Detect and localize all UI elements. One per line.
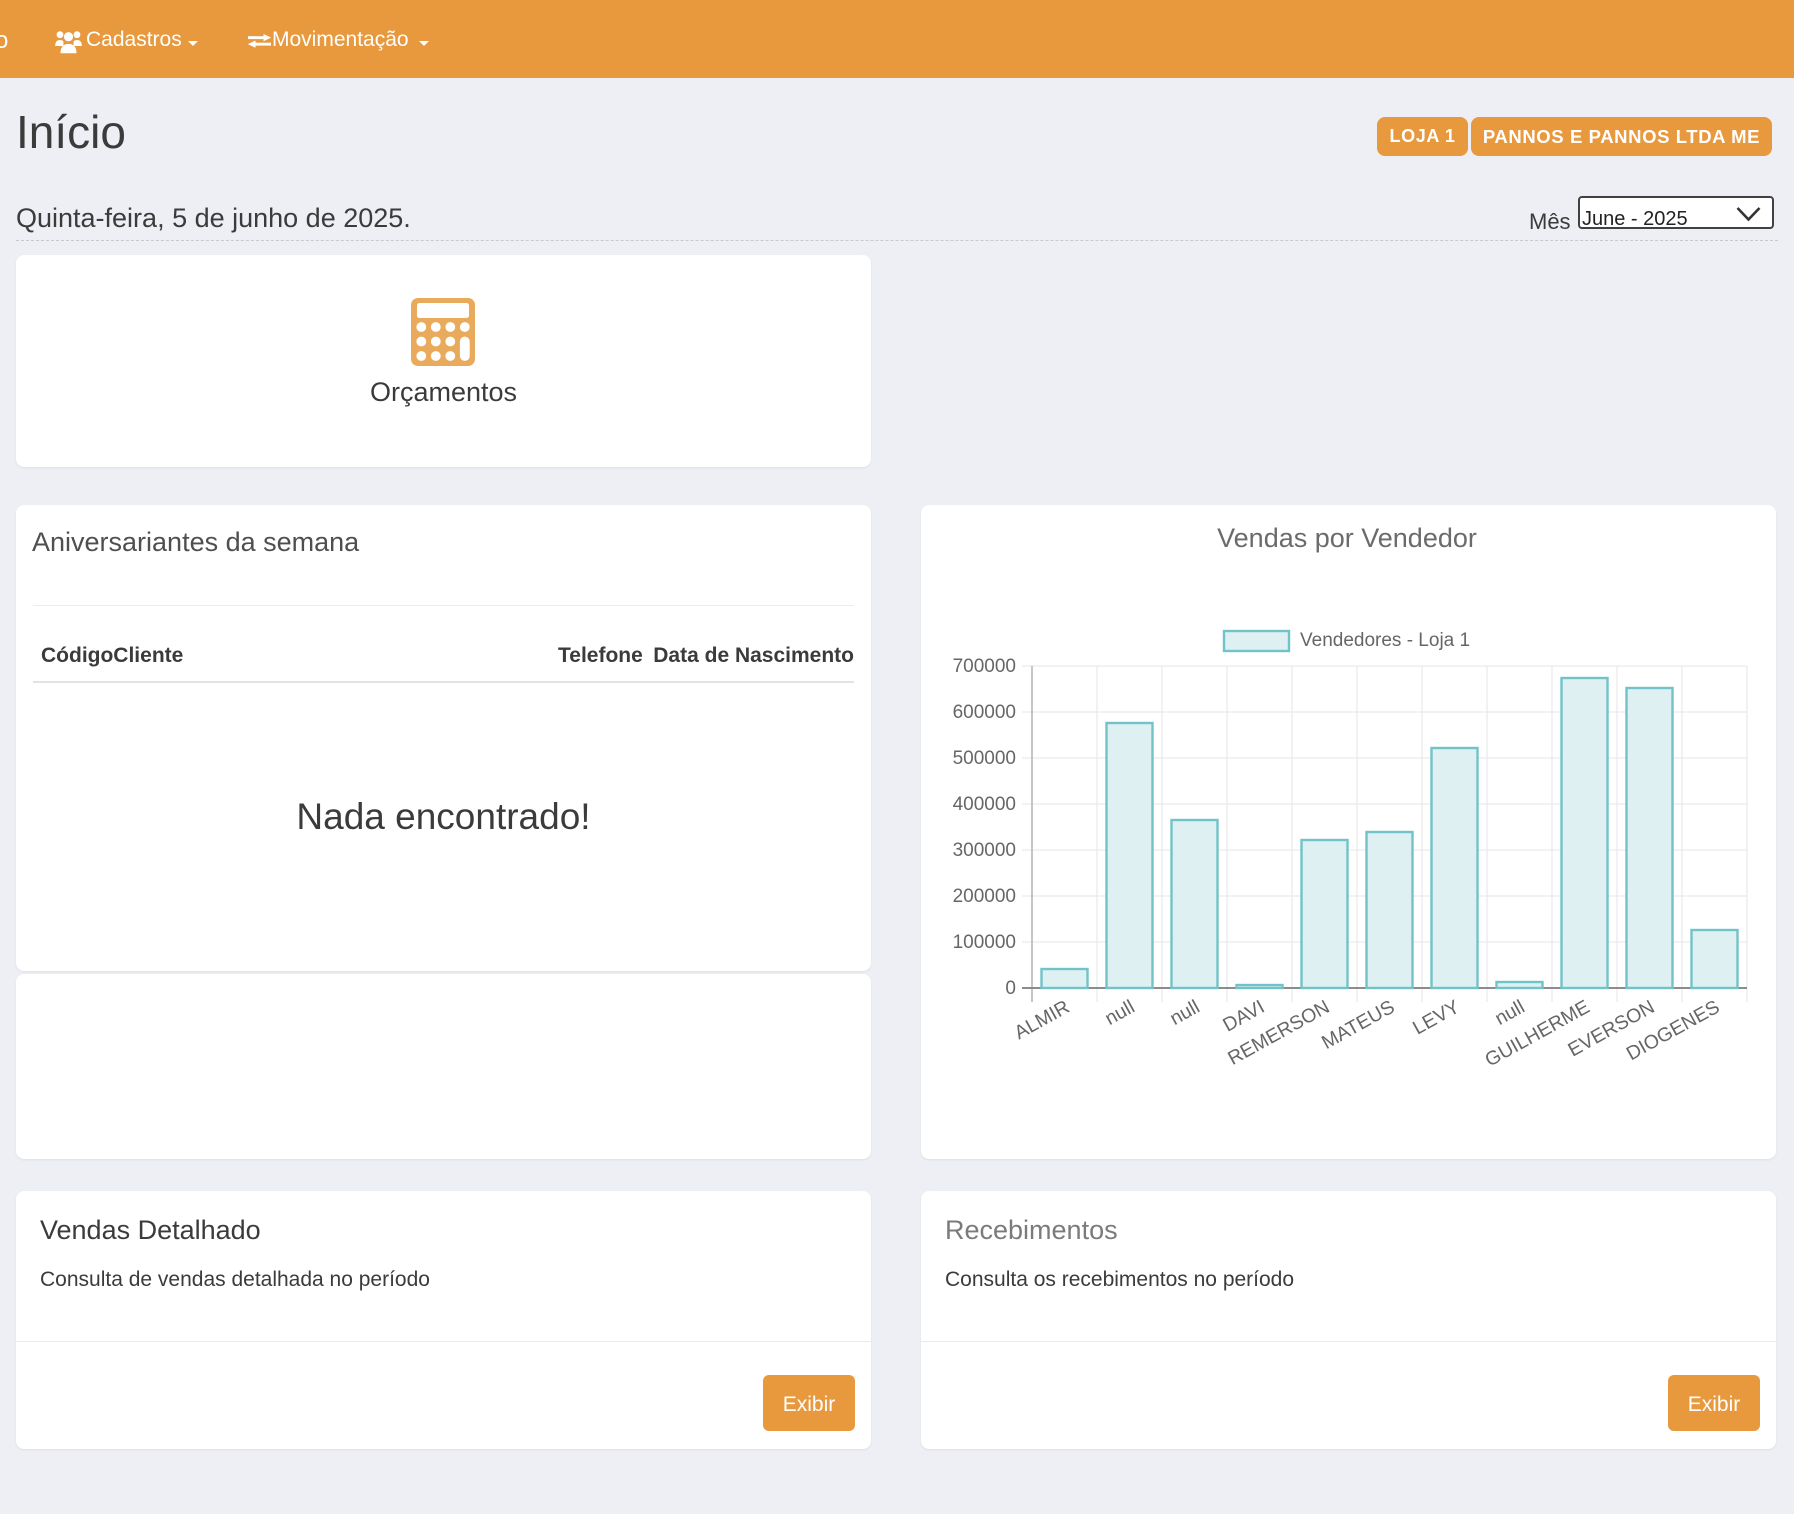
svg-text:0: 0 <box>1005 978 1016 999</box>
svg-text:null: null <box>1491 996 1528 1030</box>
svg-text:ALMIR: ALMIR <box>1011 996 1074 1044</box>
svg-text:300000: 300000 <box>953 840 1016 861</box>
svg-text:100000: 100000 <box>953 932 1016 953</box>
svg-text:null: null <box>1101 996 1138 1030</box>
svg-text:Vendas por Vendedor: Vendas por Vendedor <box>1217 523 1477 553</box>
svg-text:600000: 600000 <box>953 702 1016 723</box>
svg-text:LEVY: LEVY <box>1409 996 1463 1039</box>
svg-text:500000: 500000 <box>953 748 1016 769</box>
svg-text:null: null <box>1166 996 1203 1030</box>
svg-text:MATEUS: MATEUS <box>1318 996 1398 1054</box>
svg-text:700000: 700000 <box>953 656 1016 677</box>
svg-text:400000: 400000 <box>953 794 1016 815</box>
svg-text:Vendedores - Loja 1: Vendedores - Loja 1 <box>1300 630 1470 651</box>
svg-text:200000: 200000 <box>953 886 1016 907</box>
